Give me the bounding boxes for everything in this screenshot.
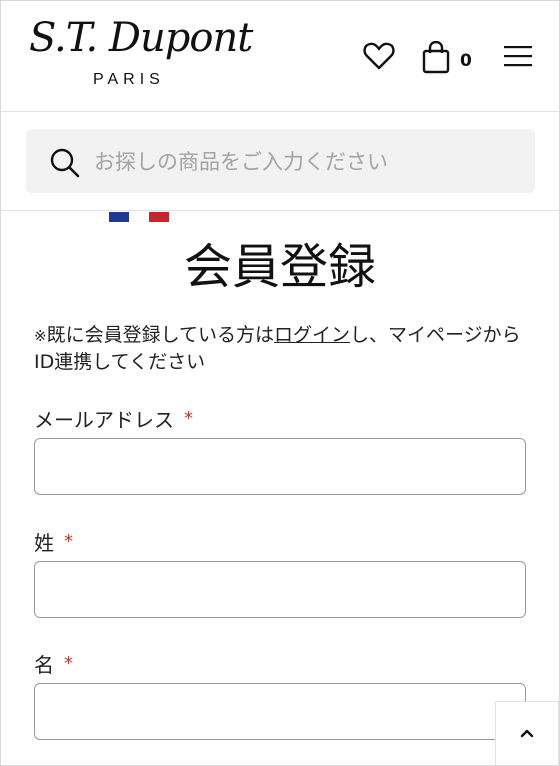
notice-text-before: 既に会員登録している方は	[46, 324, 275, 346]
last-name-field[interactable]	[34, 561, 526, 618]
first-name-label: 名 *	[34, 649, 73, 678]
search-input[interactable]	[92, 145, 516, 179]
last-name-label: 姓 *	[34, 527, 73, 556]
required-mark: *	[64, 531, 73, 552]
first-name-label-text: 名	[34, 653, 54, 677]
search-icon[interactable]	[50, 148, 80, 182]
email-field[interactable]	[34, 438, 526, 495]
search-box[interactable]	[26, 129, 535, 193]
back-to-top-button[interactable]	[495, 701, 559, 765]
site-header: S.T. Dupont PARIS 0	[1, 1, 559, 112]
required-mark: *	[184, 408, 193, 429]
menu-icon[interactable]	[504, 45, 532, 71]
flag-stripe-red	[149, 212, 169, 222]
required-mark: *	[64, 653, 73, 674]
search-bar	[1, 112, 559, 211]
heart-icon[interactable]	[363, 41, 395, 75]
notice-mark: ※	[34, 327, 47, 345]
email-label-text: メールアドレス	[34, 408, 174, 432]
flag-stripe-blue	[109, 212, 129, 222]
brand-sub: PARIS	[93, 71, 165, 88]
brand-logo[interactable]: S.T. Dupont PARIS	[29, 15, 269, 95]
page-title: 会員登録	[183, 239, 376, 295]
chevron-up-icon	[520, 729, 534, 738]
bag-icon[interactable]	[421, 40, 451, 79]
page-frame: S.T. Dupont PARIS 0 お探しの商品をご入力ください 会員登録 …	[0, 0, 560, 766]
cart-count: 0	[460, 51, 472, 71]
first-name-field[interactable]	[34, 683, 526, 740]
last-name-label-text: 姓	[34, 531, 54, 555]
brand-name: S.T. Dupont	[29, 15, 253, 61]
login-notice: ※既に会員登録している方はログインし、マイページからID連携してください	[34, 322, 524, 375]
email-label: メールアドレス *	[34, 404, 193, 433]
login-link[interactable]: ログイン	[274, 324, 350, 346]
